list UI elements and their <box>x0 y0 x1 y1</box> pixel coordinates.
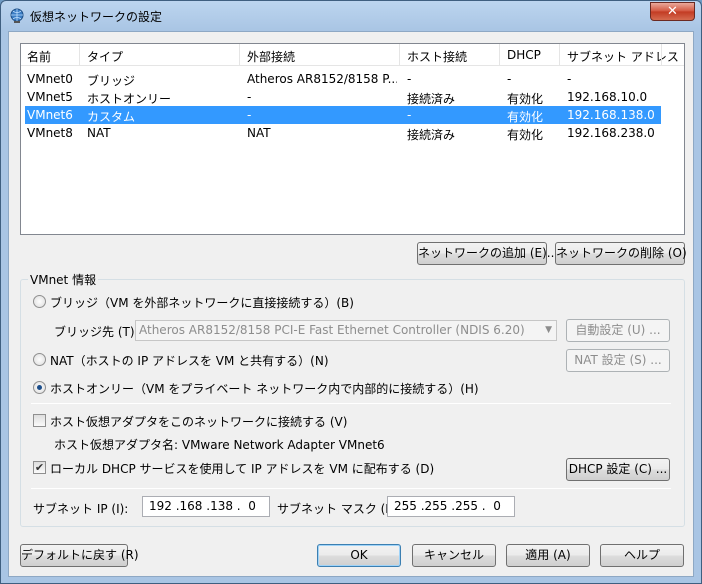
nat-settings-button[interactable]: NAT 設定 (S) ... <box>566 349 670 372</box>
divider <box>31 403 671 404</box>
column-header-external[interactable]: 外部接続 <box>247 48 295 65</box>
table-row-selected[interactable]: VMnet6 カスタム - - 有効化 192.168.138.0 <box>25 106 661 124</box>
dhcp-checkbox-label[interactable]: ローカル DHCP サービスを使用して IP アドレスを VM に配布する (D… <box>50 460 434 477</box>
table-row[interactable]: VMnet5 ホストオンリー - 接続済み 有効化 192.168.10.0 <box>25 88 661 106</box>
cell-dhcp: 有効化 <box>507 92 544 106</box>
group-title: VMnet 情報 <box>28 271 99 288</box>
cell-dhcp: 有効化 <box>507 128 544 142</box>
dialog-window: 仮想ネットワークの設定 ✕ 名前 タイプ 外部接続 ホスト接続 DHCP サブネ… <box>0 0 702 584</box>
cell-name: VMnet8 <box>27 126 73 140</box>
dhcp-settings-button[interactable]: DHCP 設定 (C) ... <box>566 458 670 481</box>
remove-network-button[interactable]: ネットワークの削除 (O) <box>555 242 687 265</box>
cell-dhcp: 有効化 <box>507 110 544 124</box>
subnet-mask-input[interactable]: 255 .255 .255 . 0 <box>387 496 515 517</box>
subnet-ip-label: サブネット IP (I): <box>33 502 129 516</box>
nat-radio-label[interactable]: NAT（ホストの IP アドレスを VM と共有する）(N) <box>50 352 329 369</box>
cell-type: ブリッジ <box>87 74 136 88</box>
subnet-mask-label: サブネット マスク (M): <box>277 502 405 516</box>
hostonly-radio-label[interactable]: ホストオンリー（VM をプライベート ネットワーク内で内部的に接続する）(H) <box>50 380 479 397</box>
cell-subnet: 192.168.10.0 <box>567 90 648 104</box>
add-network-button[interactable]: ネットワークの追加 (E)... <box>417 242 558 265</box>
checkmark-icon: ✔ <box>34 461 45 474</box>
subnet-ip-input[interactable]: 192 .168 .138 . 0 <box>142 496 270 517</box>
apply-button[interactable]: 適用 (A) <box>506 544 590 567</box>
cell-type: ホストオンリー <box>87 92 172 106</box>
table-row[interactable]: VMnet0 ブリッジ Atheros AR8152/8158 P... - -… <box>25 70 661 88</box>
connect-adapter-checkbox[interactable] <box>33 414 46 427</box>
chevron-down-icon: ▼ <box>545 325 552 335</box>
column-header-host[interactable]: ホスト接続 <box>407 48 467 65</box>
cell-host: - <box>407 72 412 86</box>
cell-type: NAT <box>87 126 111 140</box>
network-list[interactable]: 名前 タイプ 外部接続 ホスト接続 DHCP サブネット アドレス VMnet0… <box>20 43 685 235</box>
bridge-to-select[interactable]: Atheros AR8152/8158 PCI-E Fast Ethernet … <box>135 320 557 341</box>
bridge-radio[interactable] <box>33 295 46 308</box>
hostonly-radio[interactable] <box>33 381 46 394</box>
close-icon: ✕ <box>667 4 678 19</box>
divider <box>31 488 671 489</box>
column-header-type[interactable]: タイプ <box>87 48 123 65</box>
auto-settings-button[interactable]: 自動設定 (U) ... <box>566 319 670 342</box>
cell-dhcp: - <box>507 72 512 86</box>
dhcp-checkbox[interactable]: ✔ <box>33 461 46 474</box>
cell-name: VMnet6 <box>27 108 73 122</box>
bridge-to-label: ブリッジ先 (T): <box>54 325 139 339</box>
cell-external: Atheros AR8152/8158 P... <box>247 72 397 86</box>
cell-external: NAT <box>247 126 271 140</box>
list-header: 名前 タイプ 外部接続 ホスト接続 DHCP サブネット アドレス <box>21 44 684 66</box>
network-globe-icon <box>10 8 24 23</box>
bridge-to-value: Atheros AR8152/8158 PCI-E Fast Ethernet … <box>139 323 525 337</box>
column-header-dhcp[interactable]: DHCP <box>507 48 541 62</box>
cell-host: 接続済み <box>407 92 456 106</box>
window-title: 仮想ネットワークの設定 <box>30 10 163 24</box>
cell-external: - <box>247 90 252 104</box>
cell-subnet: - <box>567 72 572 86</box>
table-row[interactable]: VMnet8 NAT NAT 接続済み 有効化 192.168.238.0 <box>25 124 661 142</box>
cell-host: - <box>407 108 412 122</box>
cell-external: - <box>247 108 252 122</box>
connect-adapter-label[interactable]: ホスト仮想アダプタをこのネットワークに接続する (V) <box>50 413 347 430</box>
help-button[interactable]: ヘルプ <box>600 544 684 567</box>
dialog-body: 名前 タイプ 外部接続 ホスト接続 DHCP サブネット アドレス VMnet0… <box>8 31 694 577</box>
cell-subnet: 192.168.138.0 <box>567 108 655 122</box>
cell-subnet: 192.168.238.0 <box>567 126 655 140</box>
column-header-subnet[interactable]: サブネット アドレス <box>567 48 679 65</box>
nat-radio[interactable] <box>33 353 46 366</box>
cancel-button[interactable]: キャンセル <box>412 544 496 567</box>
close-button[interactable]: ✕ <box>650 2 695 21</box>
title-bar[interactable]: 仮想ネットワークの設定 ✕ <box>1 1 701 31</box>
adapter-name-label: ホスト仮想アダプタ名: VMware Network Adapter VMnet… <box>54 438 385 452</box>
bridge-radio-label[interactable]: ブリッジ（VM を外部ネットワークに直接接続する）(B) <box>50 294 354 311</box>
restore-defaults-button[interactable]: デフォルトに戻す (R) <box>20 544 139 567</box>
cell-type: カスタム <box>87 110 136 124</box>
cell-host: 接続済み <box>407 128 456 142</box>
column-header-name[interactable]: 名前 <box>27 48 51 65</box>
cell-name: VMnet0 <box>27 72 73 86</box>
ok-button[interactable]: OK <box>317 544 401 567</box>
cell-name: VMnet5 <box>27 90 73 104</box>
